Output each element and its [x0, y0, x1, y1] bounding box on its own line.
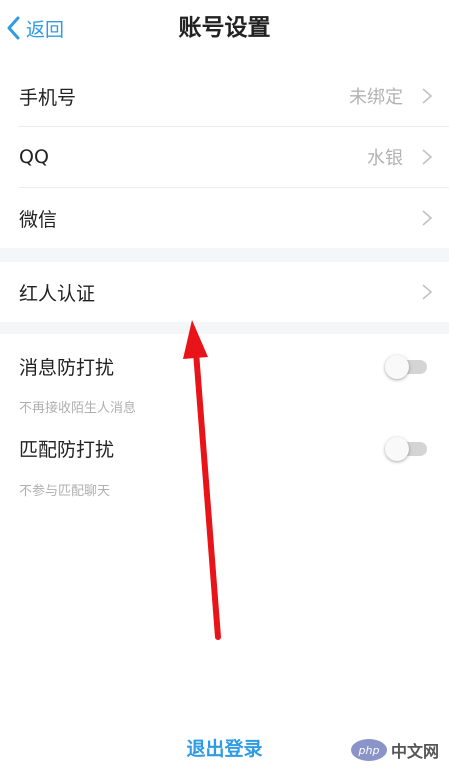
qq-label: QQ	[19, 146, 49, 168]
wechat-row[interactable]: 微信	[0, 188, 449, 248]
qq-row[interactable]: QQ 水银	[0, 127, 449, 187]
match-dnd-row: 匹配防打扰	[0, 426, 449, 470]
msg-dnd-label: 消息防打扰	[19, 356, 115, 379]
match-dnd-toggle[interactable]	[385, 437, 427, 461]
msg-dnd-desc: 不再接收陌生人消息	[19, 401, 137, 416]
chevron-right-icon	[422, 149, 433, 165]
match-dnd-label: 匹配防打扰	[19, 438, 115, 461]
nav-bar: 返回 账号设置	[0, 0, 449, 58]
phone-row[interactable]: 手机号 未绑定	[0, 66, 449, 126]
chevron-right-icon	[422, 88, 433, 104]
verify-label: 红人认证	[19, 282, 96, 305]
match-dnd-desc: 不参与匹配聊天	[19, 484, 111, 499]
page-title: 账号设置	[178, 15, 271, 41]
verify-row[interactable]: 红人认证	[0, 262, 449, 322]
chevron-right-icon	[422, 210, 433, 226]
toggle-knob	[385, 437, 409, 461]
watermark-text: 中文网	[391, 742, 440, 761]
watermark-badge: php	[351, 739, 387, 761]
phone-value: 未绑定	[349, 87, 403, 108]
section-gap	[0, 322, 449, 334]
section-gap	[0, 248, 449, 262]
chevron-right-icon	[422, 284, 433, 300]
wechat-label: 微信	[19, 208, 58, 231]
toggle-knob	[385, 355, 409, 379]
qq-value: 水银	[367, 148, 403, 169]
watermark-logo: php 中文网	[351, 737, 443, 763]
phone-label: 手机号	[19, 86, 77, 109]
msg-dnd-row: 消息防打扰	[0, 344, 449, 388]
msg-dnd-toggle[interactable]	[385, 355, 427, 379]
